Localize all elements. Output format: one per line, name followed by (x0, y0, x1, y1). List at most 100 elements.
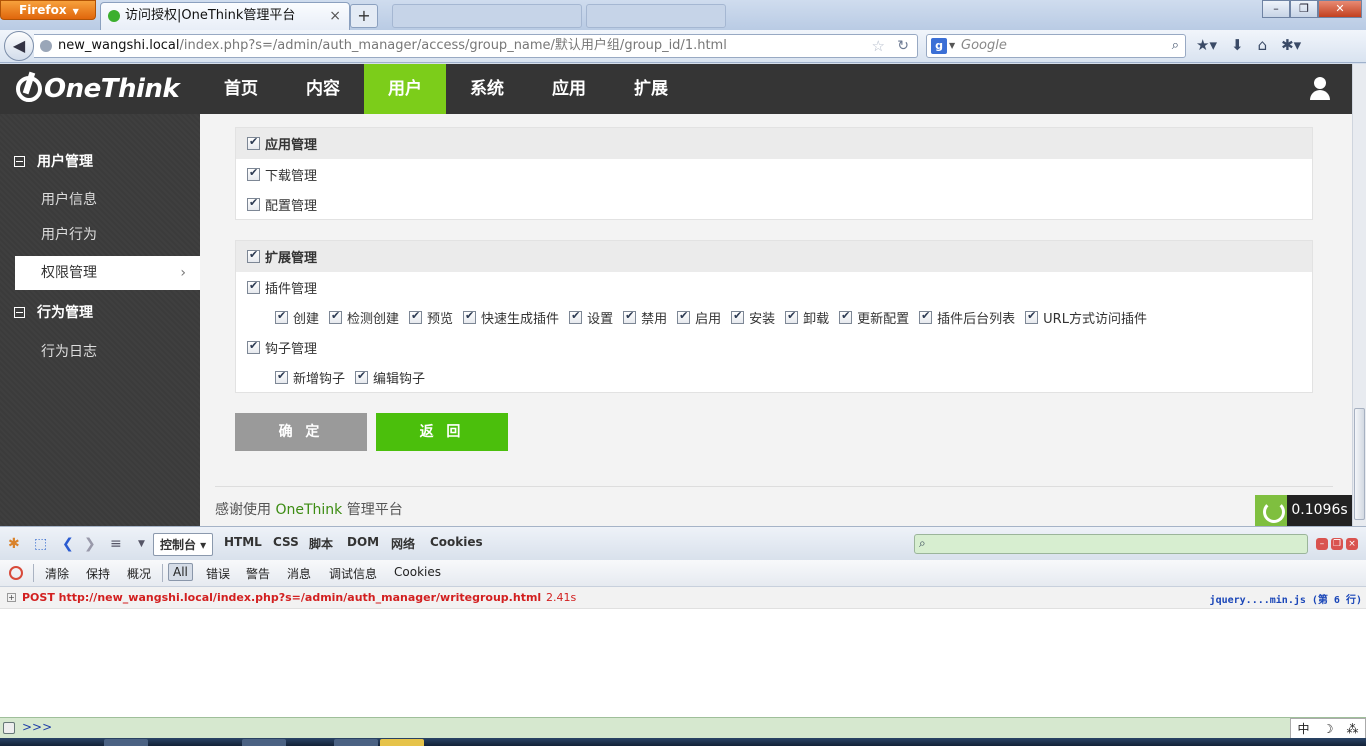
page-scrollbar[interactable] (1352, 64, 1366, 526)
ime-settings-icon[interactable]: ⁂ (1346, 722, 1358, 736)
taskbar-button[interactable] (334, 739, 378, 746)
filter-warnings[interactable]: 警告 (246, 565, 270, 582)
user-icon[interactable] (1308, 77, 1332, 101)
command-editor-icon[interactable] (3, 722, 15, 734)
home-icon[interactable]: ⌂ (1258, 36, 1268, 54)
filter-errors[interactable]: 错误 (206, 565, 230, 582)
sidebar-group-user-management[interactable]: 用户管理 (14, 151, 93, 171)
log-entry[interactable]: + POST http://new_wangshi.local/index.ph… (0, 587, 1366, 609)
filter-clear[interactable]: 清除 (45, 565, 69, 582)
filter-cookies[interactable]: Cookies (394, 565, 441, 579)
search-bar[interactable]: g ▼ Google ⌕ (926, 34, 1186, 58)
chevron-down-icon[interactable]: ▼ (949, 35, 955, 57)
taskbar-button[interactable] (104, 739, 148, 746)
close-firebug-icon[interactable]: × (1346, 538, 1358, 550)
checkbox-download-management[interactable]: 下载管理 (247, 165, 317, 184)
ime-mode-icon[interactable]: 中 (1298, 720, 1310, 737)
filter-profile[interactable]: 概况 (127, 565, 151, 582)
console-command-line[interactable]: >>> 中 ☽ ⁂ (0, 717, 1366, 739)
inspect-icon[interactable]: ⬚ (34, 536, 47, 552)
expand-icon[interactable]: + (7, 593, 16, 602)
sidebar-item-permissions[interactable]: 权限管理 › (15, 256, 200, 290)
checkbox-plugin-url-access[interactable]: URL方式访问插件 (1025, 308, 1147, 327)
checkbox-plugin-uninstall[interactable]: 卸载 (785, 308, 829, 327)
back-arrow-icon[interactable]: ◀ (4, 31, 34, 61)
download-icon[interactable]: ⬇ (1231, 36, 1244, 54)
checkbox-hook-management[interactable]: 钩子管理 (247, 338, 317, 357)
menu-item-apps[interactable]: 应用 (528, 64, 610, 114)
trace-badge[interactable]: 0.1096s (1255, 495, 1352, 526)
clear-console-icon[interactable] (9, 566, 23, 580)
google-icon[interactable]: g (931, 38, 947, 54)
confirm-button[interactable]: 确 定 (235, 413, 367, 451)
checkbox-plugin-check-create[interactable]: 检测创建 (329, 308, 399, 327)
logo[interactable]: OneThink (16, 70, 180, 108)
scrollbar-thumb[interactable] (1354, 408, 1365, 520)
checkbox-plugin-enable[interactable]: 启用 (677, 308, 721, 327)
checkbox-hook-edit[interactable]: 编辑钩子 (355, 368, 425, 387)
menu-item-user[interactable]: 用户 (364, 64, 446, 114)
reload-icon[interactable]: ↻ (897, 35, 909, 57)
footer-brand-link[interactable]: OneThink (275, 502, 342, 518)
sidebar-item-user-behavior[interactable]: 用户行为 (0, 218, 200, 252)
bookmarks-icon[interactable]: ★▾ (1196, 36, 1217, 54)
checkbox-extension-management[interactable]: 扩展管理 (247, 247, 317, 266)
background-tab[interactable] (586, 4, 726, 28)
bookmark-star-icon[interactable]: ☆ (872, 35, 885, 57)
tab-css[interactable]: CSS (273, 535, 299, 549)
browser-tab[interactable]: 访问授权|OneThink管理平台 × (100, 2, 350, 30)
checkbox-config-management[interactable]: 配置管理 (247, 195, 317, 214)
firefox-menu-button[interactable]: Firefox ▼ (0, 0, 96, 20)
log-source-link[interactable]: jquery....min.js (第 6 行) (1210, 591, 1362, 606)
checkbox-hook-add[interactable]: 新增钩子 (275, 368, 345, 387)
tab-html[interactable]: HTML (224, 535, 262, 549)
checkbox-plugin-create[interactable]: 创建 (275, 308, 319, 327)
menu-item-extensions[interactable]: 扩展 (610, 64, 692, 114)
tab-net[interactable]: 网络 (391, 535, 415, 552)
minimize-button[interactable]: – (1262, 0, 1290, 18)
tab-cookies[interactable]: Cookies (430, 535, 483, 549)
back-arrow-icon[interactable]: ❮ (62, 536, 74, 552)
forward-arrow-icon[interactable]: ❯ (84, 536, 96, 552)
tab-console[interactable]: 控制台 ▾ (153, 533, 214, 556)
filter-persist[interactable]: 保持 (86, 565, 110, 582)
tab-script[interactable]: 脚本 (309, 535, 333, 552)
checkbox-plugin-settings[interactable]: 设置 (569, 308, 613, 327)
firebug-icon[interactable]: ✱▾ (1281, 36, 1301, 54)
checkbox-plugin-preview[interactable]: 预览 (409, 308, 453, 327)
maximize-button[interactable]: ❐ (1290, 0, 1318, 18)
filter-debug[interactable]: 调试信息 (329, 565, 377, 582)
menu-item-content[interactable]: 内容 (282, 64, 364, 114)
checkbox-plugin-admin-list[interactable]: 插件后台列表 (919, 308, 1015, 327)
ime-moon-icon[interactable]: ☽ (1323, 722, 1334, 736)
checkbox-plugin-management[interactable]: 插件管理 (247, 278, 317, 297)
firebug-search-input[interactable]: ⌕ (914, 534, 1308, 554)
url-bar[interactable]: new_wangshi.local/index.php?s=/admin/aut… (34, 34, 918, 58)
list-icon[interactable]: ≡ (110, 536, 122, 552)
checkbox-plugin-update-config[interactable]: 更新配置 (839, 308, 909, 327)
sidebar-item-behavior-log[interactable]: 行为日志 (0, 335, 200, 369)
close-window-button[interactable]: ✕ (1318, 0, 1362, 18)
taskbar-button-active[interactable] (380, 739, 424, 746)
checkbox-plugin-disable[interactable]: 禁用 (623, 308, 667, 327)
checkbox-plugin-quick-build[interactable]: 快速生成插件 (463, 308, 559, 327)
search-icon[interactable]: ⌕ (1172, 35, 1179, 57)
tab-dom[interactable]: DOM (347, 535, 379, 549)
back-button[interactable]: 返 回 (376, 413, 508, 451)
filter-info[interactable]: 消息 (287, 565, 311, 582)
new-tab-button[interactable]: + (350, 4, 378, 28)
chevron-down-icon[interactable]: ▼ (138, 539, 145, 549)
checkbox-plugin-install[interactable]: 安装 (731, 308, 775, 327)
taskbar-button[interactable] (242, 739, 286, 746)
firebug-bug-icon[interactable]: ✱ (8, 536, 20, 552)
menu-item-home[interactable]: 首页 (200, 64, 282, 114)
checkbox-app-management[interactable]: 应用管理 (247, 134, 317, 153)
sidebar-group-behavior-management[interactable]: 行为管理 (14, 302, 93, 322)
filter-all[interactable]: All (168, 563, 193, 581)
background-tab[interactable] (392, 4, 582, 28)
minimize-firebug-icon[interactable]: – (1316, 538, 1328, 550)
tab-close-icon[interactable]: × (329, 3, 341, 29)
detach-firebug-icon[interactable]: ❐ (1331, 538, 1343, 550)
sidebar-item-user-info[interactable]: 用户信息 (0, 183, 200, 217)
menu-item-system[interactable]: 系统 (446, 64, 528, 114)
